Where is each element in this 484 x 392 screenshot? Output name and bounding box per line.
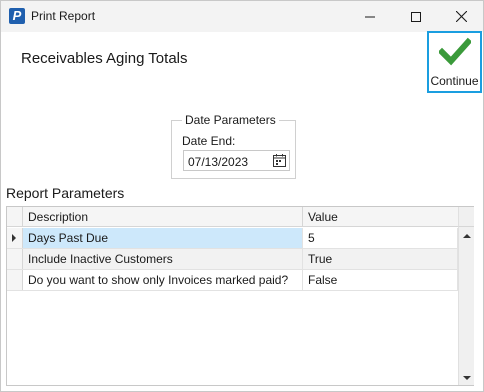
table-row[interactable]: Include Inactive Customers True	[7, 249, 458, 270]
report-title: Receivables Aging Totals	[21, 50, 188, 67]
close-icon	[455, 11, 467, 22]
parameter-value[interactable]: True	[303, 249, 458, 269]
report-parameters-title: Report Parameters	[6, 185, 125, 201]
date-parameters-legend: Date Parameters	[182, 113, 279, 127]
scrollbar-corner	[458, 207, 474, 227]
date-end-value[interactable]: 07/13/2023	[188, 155, 248, 169]
checkmark-icon	[439, 37, 471, 66]
scroll-down-arrow-icon[interactable]	[463, 376, 471, 380]
minimize-button[interactable]	[347, 1, 393, 32]
column-header-value[interactable]: Value	[303, 207, 458, 227]
vertical-scrollbar[interactable]	[458, 227, 474, 385]
title-bar[interactable]: P Print Report	[1, 1, 483, 32]
maximize-icon	[411, 11, 421, 22]
parameter-description[interactable]: Do you want to show only Invoices marked…	[23, 270, 303, 290]
row-selector[interactable]	[7, 249, 23, 269]
row-header-corner	[7, 207, 23, 227]
maximize-button[interactable]	[393, 1, 439, 32]
calendar-icon[interactable]	[273, 154, 286, 167]
report-parameters-grid[interactable]: Description Value Days Past Due 5 Includ…	[6, 206, 474, 386]
continue-label: Continue	[430, 74, 479, 88]
row-selector[interactable]	[7, 270, 23, 290]
grid-header: Description Value	[7, 207, 458, 227]
parameter-description[interactable]: Days Past Due	[23, 228, 303, 248]
date-end-picker[interactable]: 07/13/2023	[183, 150, 290, 171]
row-selector[interactable]	[7, 228, 23, 248]
current-row-arrow-icon	[12, 234, 16, 242]
table-row[interactable]: Do you want to show only Invoices marked…	[7, 270, 458, 291]
parameter-value[interactable]: 5	[303, 228, 458, 248]
close-button[interactable]	[438, 1, 484, 32]
continue-button[interactable]: Continue	[427, 31, 482, 93]
table-row[interactable]: Days Past Due 5	[7, 228, 458, 249]
scroll-up-arrow-icon[interactable]	[463, 234, 471, 238]
parameter-description[interactable]: Include Inactive Customers	[23, 249, 303, 269]
window-title: Print Report	[31, 9, 96, 23]
parameter-value[interactable]: False	[303, 270, 458, 290]
column-header-description[interactable]: Description	[23, 207, 303, 227]
date-parameters-group: Date Parameters Date End: 07/13/2023	[171, 113, 296, 179]
app-icon: P	[9, 8, 25, 24]
date-end-label: Date End:	[182, 134, 236, 148]
minimize-icon	[365, 16, 375, 17]
print-report-window: P Print Report Receivables Aging Totals …	[0, 0, 484, 392]
